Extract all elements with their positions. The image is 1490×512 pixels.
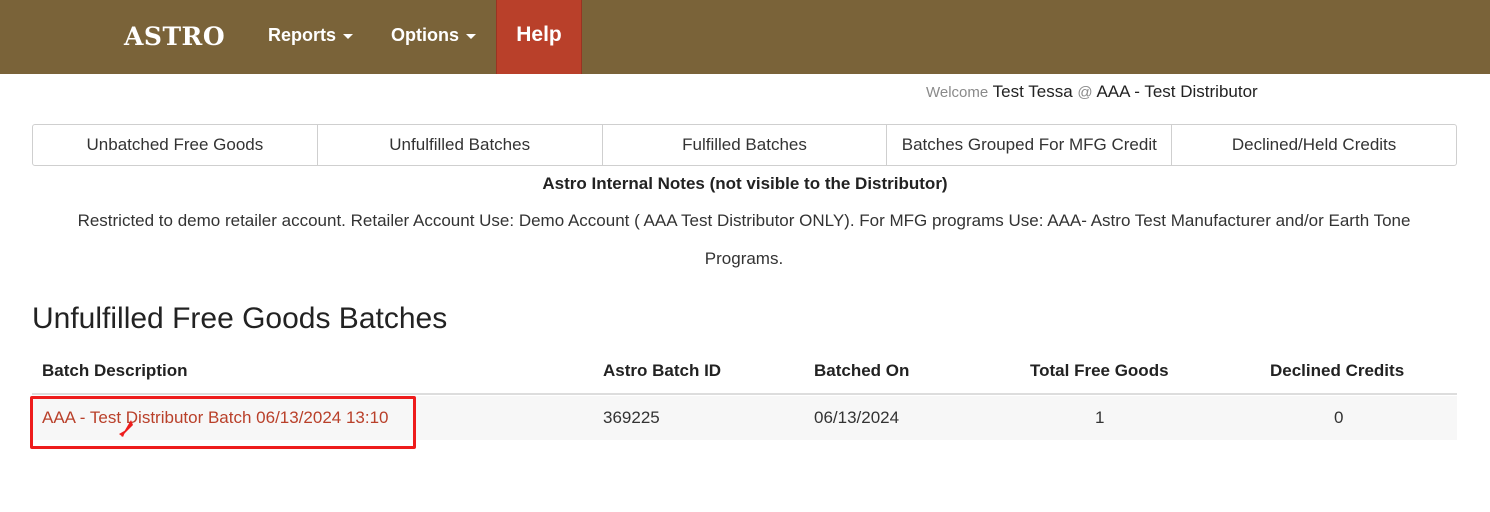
col-total-free-goods: Total Free Goods — [1030, 361, 1169, 380]
table-header: Batch Description Astro Batch ID Batched… — [32, 348, 1457, 395]
welcome-user: Test Tessa — [992, 82, 1073, 101]
tab-unfulfilled-batches[interactable]: Unfulfilled Batches — [318, 125, 603, 165]
batch-tabs: Unbatched Free Goods Unfulfilled Batches… — [32, 124, 1457, 166]
top-navbar: ASTRO Reports Options Help — [0, 0, 1490, 74]
col-batched-on: Batched On — [814, 361, 910, 380]
reports-menu[interactable]: Reports — [268, 0, 354, 74]
tab-unbatched-free-goods[interactable]: Unbatched Free Goods — [33, 125, 318, 165]
welcome-distributor: AAA - Test Distributor — [1096, 82, 1258, 101]
mouse-cursor-icon — [119, 420, 133, 437]
total-free-goods-cell: 1 — [1095, 408, 1105, 427]
page-title: Unfulfilled Free Goods Batches — [32, 302, 448, 335]
internal-notes-text: Restricted to demo retailer account. Ret… — [77, 211, 1411, 268]
welcome-at: @ — [1077, 84, 1093, 101]
tab-fulfilled-batches[interactable]: Fulfilled Batches — [603, 125, 888, 165]
col-astro-batch-id: Astro Batch ID — [603, 361, 722, 380]
astro-logo[interactable]: ASTRO — [124, 22, 225, 51]
options-label: Options — [391, 25, 459, 45]
internal-notes-title: Astro Internal Notes (not visible to the… — [542, 174, 948, 193]
declined-credits-cell: 0 — [1334, 408, 1344, 427]
tab-declined-held-credits[interactable]: Declined/Held Credits — [1172, 125, 1456, 165]
help-menu[interactable]: Help — [496, 0, 582, 74]
col-declined-credits: Declined Credits — [1270, 361, 1405, 380]
batched-on-cell: 06/13/2024 — [814, 408, 900, 427]
caret-down-icon — [466, 33, 476, 39]
welcome-prefix: Welcome — [926, 84, 989, 101]
reports-label: Reports — [268, 25, 337, 45]
caret-down-icon — [343, 33, 354, 39]
welcome-message: Welcome Test Tessa @ AAA - Test Distribu… — [926, 82, 1258, 102]
tab-batches-grouped-mfg-credit[interactable]: Batches Grouped For MFG Credit — [887, 125, 1173, 165]
batch-description-link[interactable]: AAA - Test Distributor Batch 06/13/2024 … — [42, 408, 389, 428]
options-menu[interactable]: Options — [391, 0, 476, 74]
batch-id-cell: 369225 — [603, 408, 660, 427]
col-batch-description: Batch Description — [42, 361, 188, 380]
table-row: AAA - Test Distributor Batch 06/13/2024 … — [32, 396, 1457, 440]
